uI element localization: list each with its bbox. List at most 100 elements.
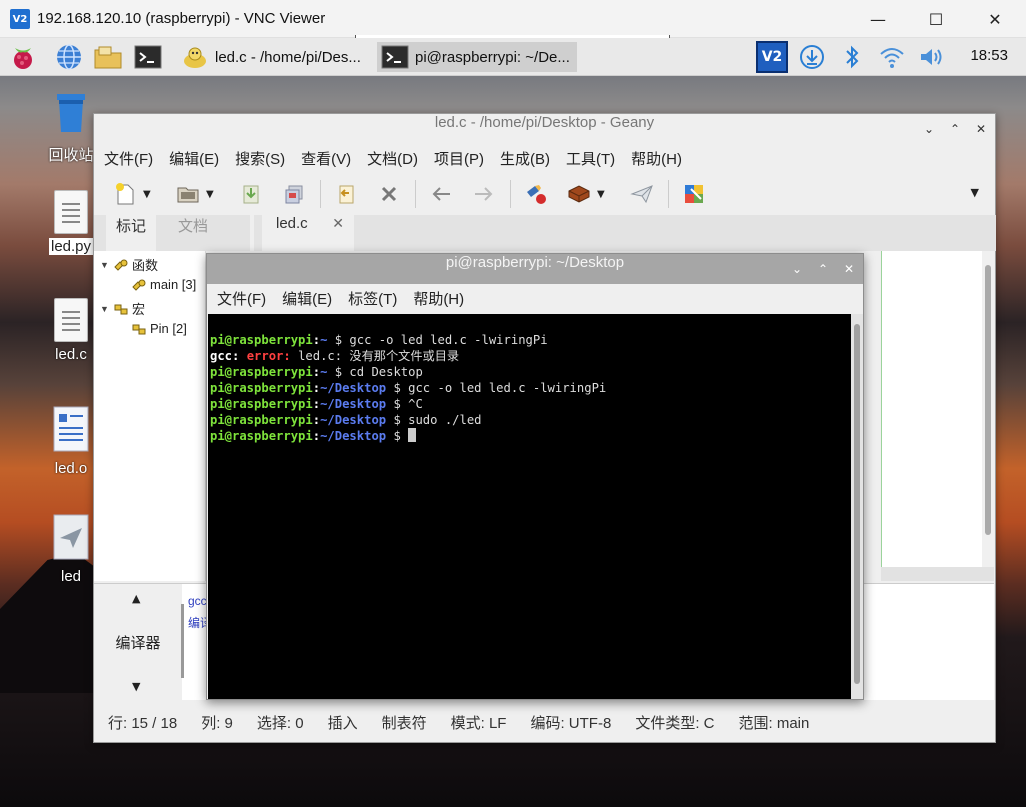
- scrollbar-thumb[interactable]: [854, 324, 860, 684]
- menu-edit[interactable]: 编辑(E): [282, 288, 332, 309]
- chevron-down-icon[interactable]: ▼: [971, 186, 979, 199]
- desktop-icon-led-o[interactable]: led.o: [41, 406, 101, 477]
- editor-horizontal-scrollbar[interactable]: [881, 567, 994, 581]
- menu-file[interactable]: 文件(F): [217, 288, 266, 309]
- editor-area[interactable]: [881, 251, 994, 581]
- desktop-icon-trash[interactable]: 回收站: [41, 90, 101, 165]
- vnc-close-button[interactable]: ✕: [966, 0, 1024, 38]
- vnc-server-icon[interactable]: V2: [756, 41, 788, 73]
- tree-node-main[interactable]: main [3]: [132, 277, 196, 292]
- menu-tools[interactable]: 工具(T): [566, 148, 615, 169]
- menu-search[interactable]: 搜索(S): [235, 148, 285, 169]
- scrollbar-thumb[interactable]: [985, 265, 991, 535]
- command-text: $ gcc -o led led.c -lwiringPi: [327, 333, 548, 347]
- expand-arrow-icon[interactable]: ▼: [100, 304, 110, 314]
- trash-icon: [57, 94, 85, 132]
- chevron-up-icon[interactable]: ⌃: [947, 122, 963, 136]
- tree-node-pin[interactable]: Pin [2]: [132, 321, 187, 336]
- terminal-screen[interactable]: pi@raspberrypi:~ $ gcc -o led led.c -lwi…: [208, 314, 851, 699]
- tree-node-functions[interactable]: ▼ 函数: [100, 255, 158, 274]
- menu-document[interactable]: 文档(D): [367, 148, 418, 169]
- vnc-window-title: 192.168.120.10 (raspberrypi) - VNC Viewe…: [37, 10, 326, 27]
- scroll-down-arrow-icon[interactable]: ▼: [132, 680, 140, 693]
- geany-menubar: 文件(F) 编辑(E) 搜索(S) 查看(V) 文档(D) 项目(P) 生成(B…: [94, 144, 995, 172]
- document-icon: [54, 190, 88, 234]
- menu-help[interactable]: 帮助(H): [631, 148, 682, 169]
- desktop-icon-led-py[interactable]: led.py: [41, 190, 101, 255]
- bluetooth-icon[interactable]: [836, 41, 868, 73]
- prompt-separator: :: [312, 413, 321, 427]
- desktop-icon-led-c[interactable]: led.c: [41, 298, 101, 363]
- taskbar-task-terminal[interactable]: pi@raspberrypi: ~/De...: [377, 42, 577, 72]
- menu-build[interactable]: 生成(B): [500, 148, 550, 169]
- taskbar-task-geany[interactable]: led.c - /home/pi/Des...: [177, 42, 373, 72]
- terminal-launcher-icon[interactable]: [133, 42, 163, 72]
- close-file-button[interactable]: [372, 177, 406, 211]
- chevron-down-icon[interactable]: ⌄: [921, 122, 937, 136]
- revert-button[interactable]: [329, 177, 363, 211]
- chevron-up-icon[interactable]: ⌃: [815, 262, 831, 276]
- menu-tabs[interactable]: 标签(T): [348, 288, 397, 309]
- build-button[interactable]: [562, 177, 596, 211]
- chevron-down-icon[interactable]: ▼: [597, 189, 611, 200]
- tab-compiler[interactable]: 编译器: [94, 632, 182, 653]
- desktop-icon-led[interactable]: led: [41, 514, 101, 585]
- chevron-down-icon[interactable]: ▼: [143, 189, 157, 200]
- menu-help[interactable]: 帮助(H): [413, 288, 464, 309]
- chevron-down-icon[interactable]: ▼: [206, 189, 220, 200]
- menu-project[interactable]: 项目(P): [434, 148, 484, 169]
- compile-icon: [527, 185, 546, 204]
- color-chooser-button[interactable]: [677, 177, 711, 211]
- volume-icon[interactable]: [916, 41, 948, 73]
- vnc-maximize-button[interactable]: ☐: [907, 0, 965, 38]
- wifi-icon[interactable]: [876, 41, 908, 73]
- expand-arrow-icon[interactable]: ▼: [100, 260, 110, 270]
- new-file-button[interactable]: [108, 177, 142, 211]
- tab-documents[interactable]: 文档: [168, 215, 218, 251]
- editor-vertical-scrollbar[interactable]: [982, 251, 994, 571]
- save-icon: [243, 185, 259, 204]
- tree-node-macros[interactable]: ▼ 宏: [100, 299, 145, 318]
- status-indent: 制表符: [381, 714, 427, 732]
- file-manager-icon[interactable]: [93, 42, 123, 72]
- terminal-window-controls: ⌄ ⌃ ✕: [789, 254, 857, 284]
- gcc-prefix: gcc:: [210, 349, 240, 363]
- prompt-separator: :: [312, 397, 321, 411]
- menu-file[interactable]: 文件(F): [104, 148, 153, 169]
- status-encoding: 编码: UTF-8: [530, 714, 612, 732]
- tab-symbols[interactable]: 标记: [106, 215, 157, 251]
- close-icon[interactable]: ✕: [973, 122, 989, 136]
- terminal-scrollbar[interactable]: [851, 314, 863, 699]
- terminal-line: pi@raspberrypi:~/Desktop $ ^C: [210, 396, 851, 412]
- web-browser-icon[interactable]: [54, 42, 84, 72]
- menu-view[interactable]: 查看(V): [301, 148, 351, 169]
- document-icon: [54, 298, 88, 342]
- desktop-icon-label: led.o: [54, 460, 88, 477]
- prompt-path: ~/Desktop: [320, 381, 387, 395]
- save-button[interactable]: [234, 177, 268, 211]
- download-icon[interactable]: [796, 41, 828, 73]
- tree-label: 函数: [132, 258, 159, 273]
- tab-led-c[interactable]: led.c ✕: [262, 215, 354, 251]
- arrow-right-icon: [475, 187, 493, 201]
- menu-edit[interactable]: 编辑(E): [169, 148, 219, 169]
- compile-button[interactable]: [519, 177, 553, 211]
- clock[interactable]: 18:53: [970, 47, 1008, 64]
- scroll-up-arrow-icon[interactable]: ▲: [132, 592, 140, 605]
- open-file-button[interactable]: [171, 177, 205, 211]
- chevron-down-icon[interactable]: ⌄: [789, 262, 805, 276]
- navigate-forward-button[interactable]: [467, 177, 501, 211]
- object-file-icon: [53, 406, 89, 452]
- close-icon[interactable]: ✕: [332, 215, 344, 232]
- function-icon: [132, 279, 146, 291]
- prompt-user: pi@raspberrypi: [210, 333, 313, 347]
- command-text: $: [386, 429, 409, 443]
- close-icon[interactable]: ✕: [841, 262, 857, 276]
- execute-button[interactable]: [625, 177, 659, 211]
- raspberry-menu-icon[interactable]: [8, 42, 38, 72]
- prompt-separator: :: [312, 365, 321, 379]
- tab-label: led.c: [276, 215, 308, 232]
- navigate-back-button[interactable]: [424, 177, 458, 211]
- vnc-minimize-button[interactable]: —: [849, 0, 907, 38]
- save-all-button[interactable]: [277, 177, 311, 211]
